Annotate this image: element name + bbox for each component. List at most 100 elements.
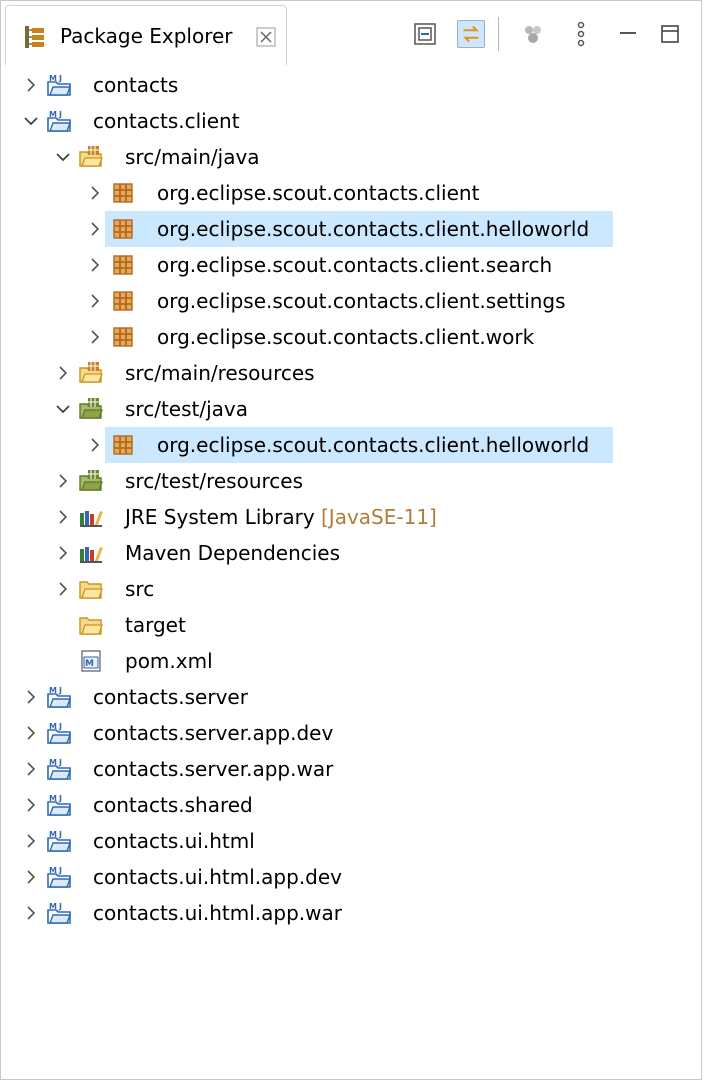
chevron-right-icon[interactable] [87,329,103,345]
link-with-editor-icon[interactable] [457,20,485,48]
tree-row[interactable]: M Jcontacts.server [1,679,701,715]
tree-row[interactable]: src [1,571,701,607]
maximize-icon[interactable] [657,20,685,48]
chevron-right-icon[interactable] [23,761,39,777]
tree-item-label: contacts.server.app.war [93,757,334,781]
chevron-right-icon[interactable] [23,797,39,813]
chevron-right-icon[interactable] [87,437,103,453]
package-icon [111,325,135,349]
tree-row[interactable]: M J contacts.shared [1,787,701,823]
minimize-icon[interactable] [615,20,643,48]
tree-item-label: org.eclipse.scout.contacts.client.settin… [157,289,566,313]
tree-row[interactable]: M Jcontacts.server.app.dev [1,715,701,751]
tree-row[interactable]: org.eclipse.scout.contacts.client [1,175,701,211]
svg-text:J: J [58,722,62,731]
svg-text:J: J [58,866,62,875]
svg-text:M: M [49,686,57,695]
package-icon [111,253,135,277]
tree-row[interactable]: M Jcontacts.client [1,103,701,139]
svg-text:M: M [49,794,57,803]
maven-project-icon: MJ [47,793,72,817]
tree-row[interactable]: M J contacts.ui.html [1,823,701,859]
collapse-all-icon[interactable] [411,20,439,48]
chevron-right-icon[interactable] [55,509,71,525]
chevron-right-icon[interactable] [23,833,39,849]
tree-item-label: contacts.server.app.dev [93,721,334,745]
svg-text:M: M [49,830,57,839]
close-icon[interactable] [256,27,276,47]
tree-row[interactable]: src/main/java [1,139,701,175]
maven-project-icon: MJ [47,685,72,709]
chevron-down-icon[interactable] [23,113,39,129]
tree-item-label: org.eclipse.scout.contacts.client.work [157,325,535,349]
chevron-right-icon[interactable] [55,365,71,381]
source-folder-icon [79,145,103,169]
chevron-right-icon[interactable] [87,221,103,237]
tree-item-label: contacts.ui.html [93,829,255,853]
folder-icon [79,577,103,601]
tree-item-decoration: [JavaSE-11] [321,505,437,529]
svg-text:J: J [58,686,62,695]
tree-row[interactable]: M Jcontacts.ui.html.app.war [1,895,701,931]
svg-text:M: M [49,866,57,875]
tree-item-label: contacts [93,73,179,97]
tree-row[interactable]: Mpom.xml [1,643,701,679]
maven-project-icon: MJ [47,73,72,97]
maven-project-icon: MJ [47,721,72,745]
tree-row[interactable]: M J contacts [1,67,701,103]
chevron-right-icon[interactable] [23,689,39,705]
tree-row[interactable]: M Jcontacts.ui.html.app.dev [1,859,701,895]
chevron-right-icon[interactable] [23,869,39,885]
tree-row[interactable]: Maven Dependencies [1,535,701,571]
chevron-right-icon[interactable] [55,581,71,597]
svg-text:M: M [49,722,57,731]
maven-project-icon: MJ [47,757,72,781]
chevron-right-icon[interactable] [23,725,39,741]
svg-text:M: M [49,110,57,119]
project-tree[interactable]: M Jcontacts M Jcontacts.client src/main/java… [1,67,701,1079]
filters-icon[interactable] [519,20,547,48]
maven-project-icon: MJ [47,865,72,889]
tree-item-label: src [125,577,155,601]
tree-row[interactable]: M J contacts.server.app.war [1,751,701,787]
chevron-right-icon[interactable] [87,257,103,273]
tree-item-label: contacts.ui.html.app.dev [93,865,342,889]
chevron-right-icon[interactable] [87,293,103,309]
tree-row[interactable]: org.eclipse.scout.contacts.client.hellow… [1,427,701,463]
view-menu-icon[interactable] [567,20,595,48]
tree-row[interactable]: src/test/java [1,391,701,427]
tree-row[interactable]: src/main/resources [1,355,701,391]
tree-item-label: contacts.client [93,109,240,133]
tree-item-label: src/main/resources [125,361,315,385]
tree-item-label: org.eclipse.scout.contacts.client.search [157,253,553,277]
tree-row[interactable]: org.eclipse.scout.contacts.client.work [1,319,701,355]
package-icon [111,433,135,457]
view-title: Package Explorer [60,24,233,48]
svg-text:M: M [49,902,57,911]
svg-text:M: M [49,758,57,767]
package-explorer-view: Package Explorer M J contacts M J contac… [0,0,702,1080]
svg-text:J: J [58,110,62,119]
tree-item-label: org.eclipse.scout.contacts.client.hellow… [157,217,590,241]
tree-row[interactable]: src/test/resources [1,463,701,499]
chevron-right-icon[interactable] [23,77,39,93]
tree-row[interactable]: org.eclipse.scout.contacts.client.settin… [1,283,701,319]
chevron-down-icon[interactable] [55,401,71,417]
tree-item-label: target [125,613,186,637]
tree-row[interactable]: target [1,607,701,643]
tree-item-label: Maven Dependencies [125,541,341,565]
maven-project-icon: MJ [47,829,72,853]
package-explorer-tab[interactable]: Package Explorer [5,5,287,65]
chevron-right-icon[interactable] [87,185,103,201]
tree-item-label: pom.xml [125,649,213,673]
tree-row[interactable]: org.eclipse.scout.contacts.client.hellow… [1,211,701,247]
tree-item-label: contacts.shared [93,793,253,817]
tree-row[interactable]: org.eclipse.scout.contacts.client.search [1,247,701,283]
chevron-right-icon[interactable] [23,905,39,921]
chevron-down-icon[interactable] [55,149,71,165]
package-icon [111,217,135,241]
test-source-folder-icon [79,397,103,421]
chevron-right-icon[interactable] [55,473,71,489]
tree-row[interactable]: JRE System Library [JavaSE-11] [1,499,701,535]
chevron-right-icon[interactable] [55,545,71,561]
